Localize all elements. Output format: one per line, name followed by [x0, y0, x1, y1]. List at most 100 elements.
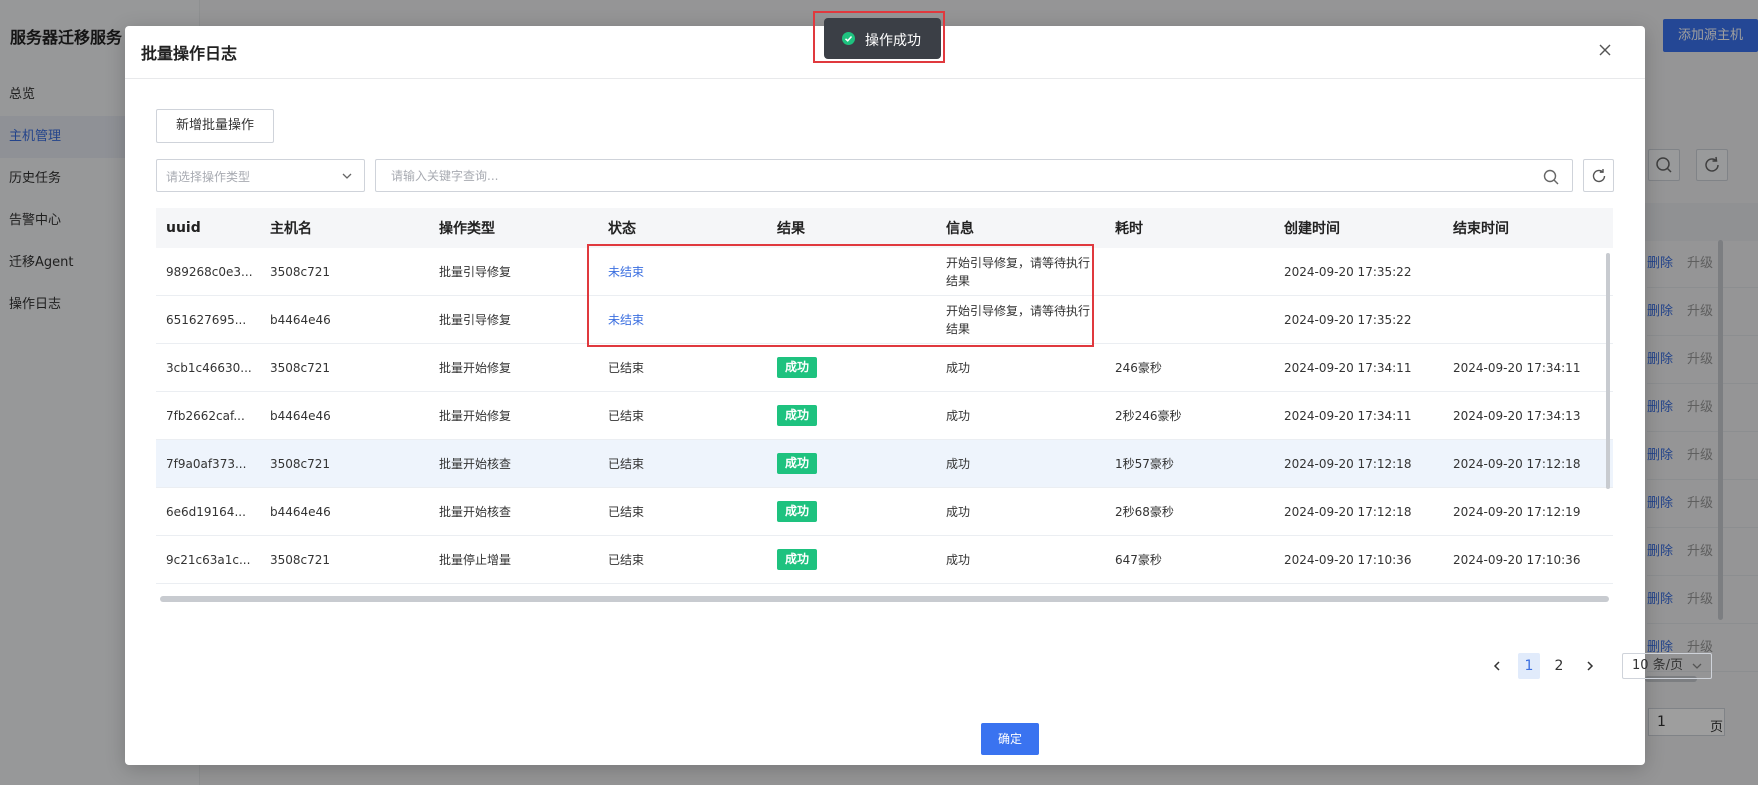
operation-type-placeholder: 请选择操作类型 — [166, 170, 251, 184]
cell-status: 已结束 — [608, 361, 645, 375]
cell-uuid: 7f9a0af373... — [166, 456, 247, 471]
cell-uuid: 9c21c63a1c... — [166, 552, 251, 567]
cell-end-time — [1443, 296, 1613, 343]
next-page-button[interactable] — [1578, 653, 1602, 679]
cell-info: 成功 — [946, 361, 971, 375]
page-size-select[interactable]: 10 条/页 — [1622, 653, 1712, 679]
cell-uuid: 6e6d19164... — [166, 504, 246, 519]
keyword-search-box[interactable] — [375, 159, 1573, 192]
cell-result: 成功 — [767, 392, 936, 439]
refresh-button[interactable] — [1583, 159, 1614, 192]
refresh-icon — [1592, 169, 1606, 183]
table-row[interactable]: 3cb1c46630... 3508c721 批量开始修复 已结束 成功 成功 … — [156, 344, 1613, 392]
cell-info: 成功 — [946, 409, 971, 423]
cell-created-time: 2024-09-20 17:35:22 — [1284, 264, 1412, 279]
table-horizontal-scrollbar[interactable] — [160, 596, 1609, 602]
cell-uuid: 3cb1c46630... — [166, 360, 252, 375]
cell-duration: 246豪秒 — [1115, 361, 1162, 375]
cell-duration: 2秒68豪秒 — [1115, 505, 1174, 519]
cell-hostname: 3508c721 — [270, 360, 331, 375]
cell-operation-type: 批量开始核查 — [439, 457, 512, 471]
toast-message: 操作成功 — [865, 33, 921, 49]
search-icon[interactable] — [1542, 168, 1560, 186]
close-icon — [1599, 44, 1611, 56]
cell-operation-type: 批量停止增量 — [439, 553, 512, 567]
cell-created-time: 2024-09-20 17:10:36 — [1284, 552, 1412, 567]
col-header-operation-type: 操作类型 — [439, 221, 495, 237]
confirm-button[interactable]: 确定 — [981, 723, 1039, 755]
page-size-value: 10 条/页 — [1632, 658, 1684, 673]
col-header-info: 信息 — [946, 221, 974, 237]
cell-status: 已结束 — [608, 409, 645, 423]
cell-uuid: 7fb2662caf... — [166, 408, 245, 423]
chevron-down-icon — [342, 173, 352, 179]
page-1-button[interactable]: 1 — [1518, 653, 1540, 679]
close-button[interactable] — [1595, 40, 1615, 60]
cell-info: 成功 — [946, 457, 971, 471]
annotation-highlight-pending-rows — [587, 244, 1094, 347]
cell-end-time: 2024-09-20 17:10:36 — [1453, 552, 1581, 567]
page-2-button[interactable]: 2 — [1548, 653, 1570, 679]
chevron-left-icon — [1493, 661, 1500, 671]
cell-result: 成功 — [767, 536, 936, 583]
col-header-uuid: uuid — [166, 220, 201, 236]
cell-hostname: 3508c721 — [270, 456, 331, 471]
chevron-right-icon — [1587, 661, 1594, 671]
table-vertical-scrollbar[interactable] — [1606, 253, 1610, 489]
result-success-badge: 成功 — [777, 501, 818, 522]
cell-end-time: 2024-09-20 17:34:11 — [1453, 360, 1581, 375]
cell-result: 成功 — [767, 344, 936, 391]
table-row[interactable]: 9c21c63a1c... 3508c721 批量停止增量 已结束 成功 成功 … — [156, 536, 1613, 584]
cell-result: 成功 — [767, 488, 936, 535]
result-success-badge: 成功 — [777, 453, 818, 474]
cell-operation-type: 批量引导修复 — [439, 313, 512, 327]
cell-created-time: 2024-09-20 17:35:22 — [1284, 312, 1412, 327]
cell-operation-type: 批量开始修复 — [439, 361, 512, 375]
keyword-search-input[interactable] — [391, 166, 1491, 186]
cell-operation-type: 批量开始修复 — [439, 409, 512, 423]
cell-end-time: 2024-09-20 17:12:19 — [1453, 504, 1581, 519]
add-batch-operation-button[interactable]: 新增批量操作 — [156, 109, 274, 143]
col-header-status: 状态 — [608, 221, 636, 237]
operation-type-select[interactable]: 请选择操作类型 — [156, 159, 365, 192]
cell-hostname: b4464e46 — [270, 312, 331, 327]
cell-hostname: b4464e46 — [270, 408, 331, 423]
cell-end-time: 2024-09-20 17:12:18 — [1453, 456, 1581, 471]
table-row[interactable]: 7fb2662caf... b4464e46 批量开始修复 已结束 成功 成功 … — [156, 392, 1613, 440]
result-success-badge: 成功 — [777, 405, 818, 426]
cell-duration — [1105, 248, 1274, 295]
col-header-end-time: 结束时间 — [1453, 221, 1509, 237]
cell-duration: 647豪秒 — [1115, 553, 1162, 567]
cell-operation-type: 批量开始核查 — [439, 505, 512, 519]
cell-created-time: 2024-09-20 17:12:18 — [1284, 504, 1412, 519]
col-header-created-time: 创建时间 — [1284, 221, 1340, 237]
cell-created-time: 2024-09-20 17:34:11 — [1284, 360, 1412, 375]
col-header-duration: 耗时 — [1115, 221, 1143, 237]
cell-end-time — [1443, 248, 1613, 295]
result-success-badge: 成功 — [777, 357, 818, 378]
cell-duration — [1105, 296, 1274, 343]
table-header-row: uuid 主机名 操作类型 状态 结果 信息 耗时 创建时间 结束时间 — [156, 208, 1613, 248]
cell-created-time: 2024-09-20 17:12:18 — [1284, 456, 1412, 471]
prev-page-button[interactable] — [1485, 653, 1509, 679]
cell-uuid: 989268c0e3... — [166, 264, 253, 279]
cell-uuid: 651627695... — [166, 312, 247, 327]
dialog-title: 批量操作日志 — [141, 44, 238, 63]
success-toast: 操作成功 — [824, 18, 941, 59]
cell-hostname: 3508c721 — [270, 552, 331, 567]
cell-operation-type: 批量引导修复 — [439, 265, 512, 279]
cell-result: 成功 — [767, 440, 936, 487]
cell-end-time: 2024-09-20 17:34:13 — [1453, 408, 1581, 423]
cell-info: 成功 — [946, 553, 971, 567]
cell-status: 已结束 — [608, 553, 645, 567]
cell-hostname: b4464e46 — [270, 504, 331, 519]
cell-info: 成功 — [946, 505, 971, 519]
result-success-badge: 成功 — [777, 549, 818, 570]
cell-created-time: 2024-09-20 17:34:11 — [1284, 408, 1412, 423]
cell-status: 已结束 — [608, 505, 645, 519]
table-row[interactable]: 6e6d19164... b4464e46 批量开始核查 已结束 成功 成功 2… — [156, 488, 1613, 536]
table-row[interactable]: 7f9a0af373... 3508c721 批量开始核查 已结束 成功 成功 … — [156, 440, 1613, 488]
col-header-hostname: 主机名 — [270, 221, 312, 237]
chevron-down-icon — [1692, 663, 1702, 669]
cell-duration: 2秒246豪秒 — [1115, 409, 1182, 423]
